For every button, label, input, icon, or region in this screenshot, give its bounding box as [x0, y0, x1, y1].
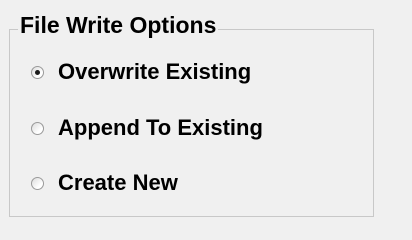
group-title: File Write Options	[18, 12, 219, 38]
radio-unselected-icon[interactable]	[31, 176, 44, 190]
radio-label-append-to-existing[interactable]: Append To Existing	[58, 115, 263, 141]
radio-unselected-icon[interactable]	[31, 121, 44, 135]
radio-create-new[interactable]: Create New	[31, 170, 178, 196]
radio-overwrite-existing[interactable]: Overwrite Existing	[31, 59, 251, 85]
radio-selected-icon[interactable]	[31, 65, 44, 79]
radio-append-to-existing[interactable]: Append To Existing	[31, 115, 263, 141]
radio-label-overwrite-existing[interactable]: Overwrite Existing	[58, 59, 251, 85]
radio-label-create-new[interactable]: Create New	[58, 170, 178, 196]
